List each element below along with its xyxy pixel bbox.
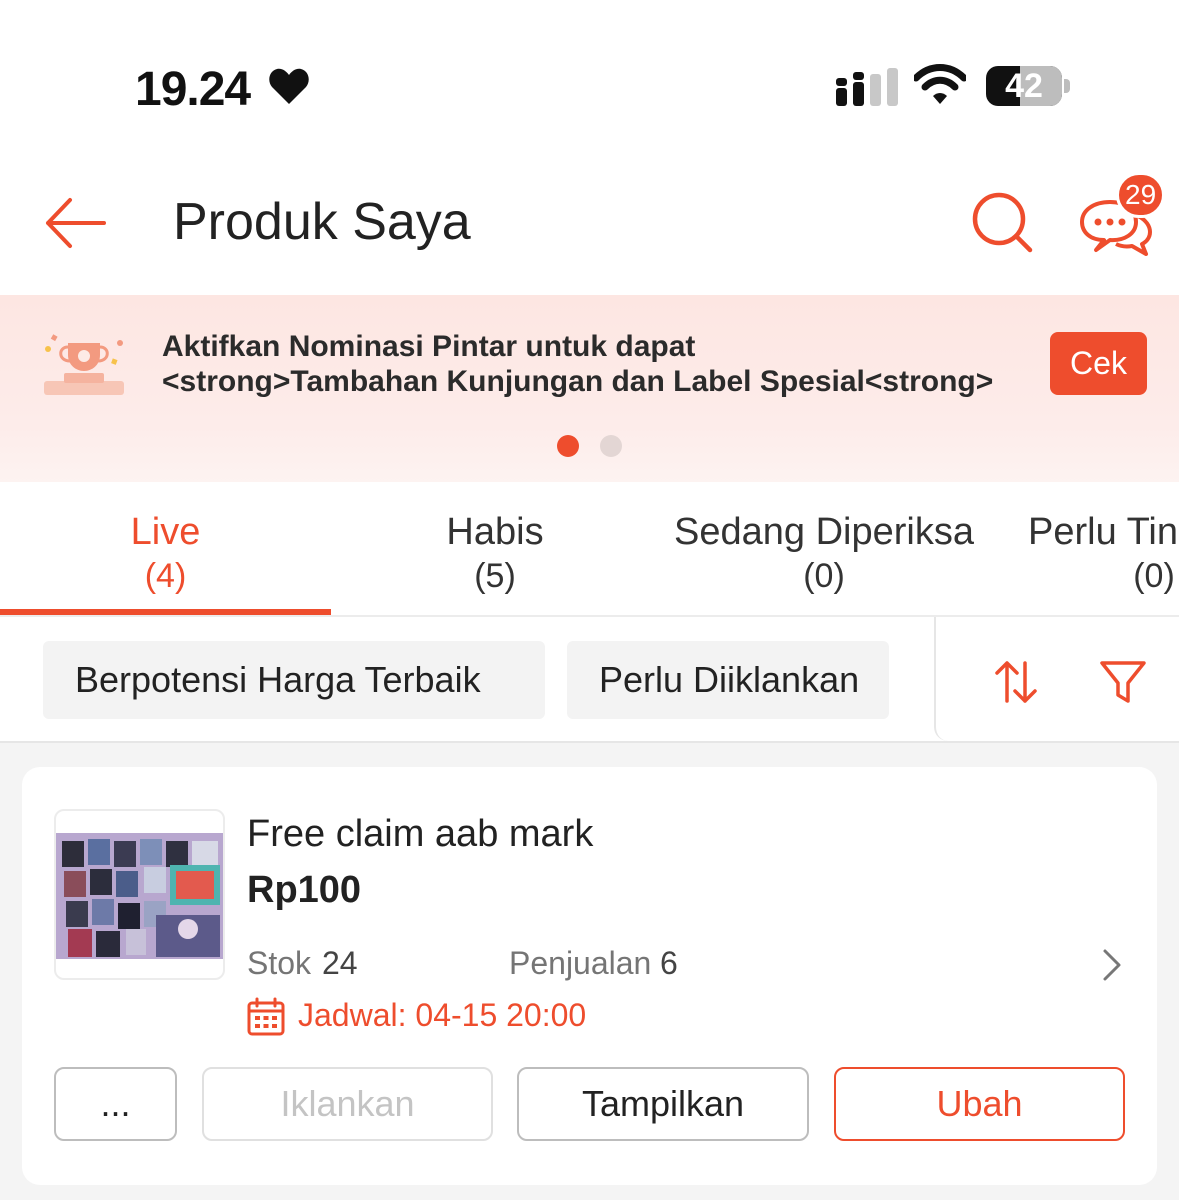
sort-icon[interactable]	[991, 657, 1041, 707]
battery-icon: 42	[986, 66, 1062, 106]
stock-value: 24	[322, 945, 358, 981]
banner-line-2: <strong>Tambahan Kunjungan dan Label Spe…	[162, 365, 994, 398]
chat-unread-badge: 29	[1116, 172, 1166, 218]
carousel-dot-active[interactable]	[557, 435, 579, 457]
status-time: 19.24	[135, 63, 251, 116]
filter-actions	[934, 617, 1179, 741]
stock-label: Stok	[247, 945, 312, 981]
schedule-text: Jadwal: 04-15 20:00	[298, 997, 587, 1033]
promo-banner[interactable]: Aktifkan Nominasi Pintar untuk dapat <st…	[0, 295, 1179, 482]
tab-count: (5)	[474, 557, 516, 595]
app-header: Produk Saya 29	[0, 150, 1179, 295]
product-list: Free claim aab mark Rp100 Stok 24 Penjua…	[0, 743, 1179, 1200]
sales-label: Penjualan	[509, 945, 652, 981]
page-title: Produk Saya	[173, 193, 471, 251]
product-price: Rp100	[247, 869, 362, 911]
filter-funnel-icon[interactable]	[1098, 657, 1148, 707]
tab-count: (0)	[803, 557, 845, 595]
tab-live[interactable]: Live (4)	[0, 510, 331, 598]
heart-icon	[268, 66, 310, 111]
trophy-icon	[34, 329, 134, 399]
tab-label: Perlu Tin	[1028, 511, 1178, 553]
more-options-button[interactable]: ...	[54, 1067, 177, 1141]
product-thumbnail[interactable]	[54, 809, 225, 980]
chip-perlu-diiklankan[interactable]: Perlu Diiklankan	[567, 641, 889, 719]
tab-sedang-diperiksa[interactable]: Sedang Diperiksa (0)	[659, 510, 989, 598]
search-icon[interactable]	[968, 188, 1038, 258]
battery-level: 42	[1005, 67, 1043, 105]
signal-icon	[836, 68, 898, 111]
tab-count: (0)	[1133, 557, 1175, 595]
tab-count: (4)	[144, 557, 187, 595]
product-name: Free claim aab mark	[247, 813, 594, 855]
carousel-dot[interactable]	[600, 435, 622, 457]
status-tabs: Live (4) Habis (5) Sedang Diperiksa (0) …	[0, 482, 1179, 617]
tab-label: Sedang Diperiksa	[674, 511, 974, 553]
back-arrow-icon[interactable]	[40, 188, 110, 258]
banner-line-1: Aktifkan Nominasi Pintar untuk dapat	[162, 330, 696, 363]
product-card[interactable]: Free claim aab mark Rp100 Stok 24 Penjua…	[22, 767, 1157, 1185]
edit-button[interactable]: Ubah	[834, 1067, 1125, 1141]
calendar-icon	[246, 997, 286, 1037]
show-button[interactable]: Tampilkan	[517, 1067, 809, 1141]
filter-bar: Berpotensi Harga Terbaik Perlu Diiklanka…	[0, 617, 1179, 743]
chevron-right-icon[interactable]	[1097, 943, 1127, 987]
cek-button[interactable]: Cek	[1050, 332, 1147, 395]
banner-text: Aktifkan Nominasi Pintar untuk dapat <st…	[162, 329, 1042, 399]
chip-berpotensi-harga-terbaik[interactable]: Berpotensi Harga Terbaik	[43, 641, 545, 719]
tab-label: Live	[130, 511, 201, 553]
tab-perlu-tindakan[interactable]: Perlu Tin (0)	[1028, 510, 1179, 598]
tab-habis[interactable]: Habis (5)	[331, 510, 659, 598]
tab-label: Habis	[446, 511, 544, 553]
status-bar: 19.24 42	[0, 0, 1179, 150]
sales-value: 6	[660, 945, 678, 981]
wifi-icon	[912, 64, 968, 111]
advertise-button[interactable]: Iklankan	[202, 1067, 493, 1141]
active-tab-indicator	[0, 609, 331, 615]
battery-nub	[1064, 79, 1070, 93]
